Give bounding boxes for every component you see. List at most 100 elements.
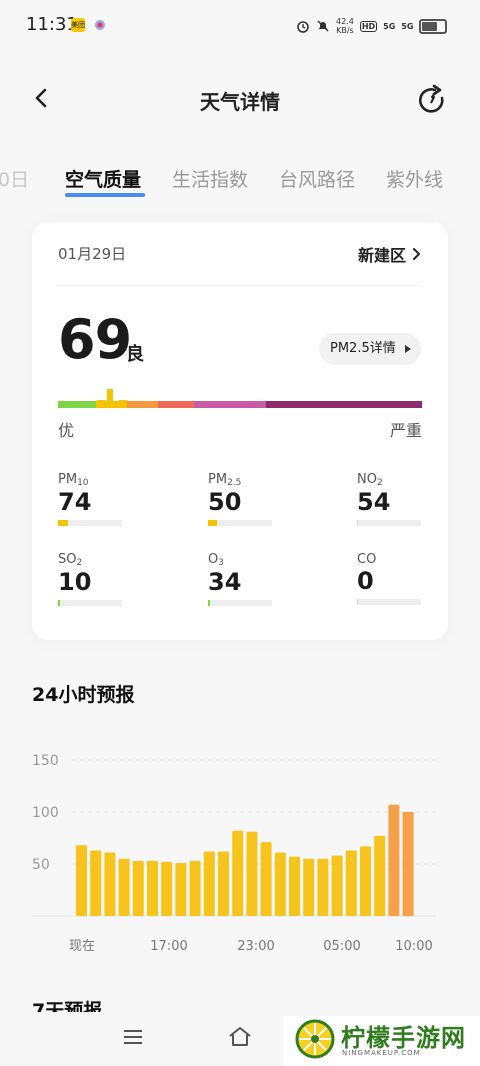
- pollutant-level-bar: [208, 600, 272, 606]
- hourly-bar[interactable]: [175, 862, 187, 916]
- pm25-detail-button[interactable]: PM2.5详情: [319, 333, 421, 365]
- net-speed-value: 42.4: [336, 17, 354, 26]
- pollutant-subscript: 10: [77, 478, 89, 488]
- hourly-bar[interactable]: [360, 846, 371, 916]
- pollutant-item: PM10 74: [58, 472, 128, 526]
- location-label: 新建区: [357, 246, 406, 265]
- pollutant-name: SO2: [58, 552, 83, 568]
- hourly-bar[interactable]: [132, 860, 144, 916]
- hourly-bar[interactable]: [147, 860, 158, 916]
- pollutant-value: 74: [58, 488, 92, 516]
- hourly-aqi-chart: 150 100 50 现在 17:00 23:00 05:00 10:00: [32, 753, 436, 954]
- hourly-bar[interactable]: [90, 850, 102, 916]
- pollutant-value: 50: [208, 488, 242, 516]
- chevron-right-icon: [413, 248, 420, 260]
- alarm-icon: [297, 21, 309, 33]
- watermark-text: 柠檬手游网: [341, 1024, 466, 1052]
- x-tick-label: 05:00: [323, 939, 360, 954]
- hourly-bar[interactable]: [289, 856, 300, 916]
- hourly-bar[interactable]: [274, 852, 286, 916]
- pollutant-level-bar: [357, 599, 421, 605]
- signal-5g-1-icon: 5G: [383, 21, 396, 31]
- tab-bar: 0日 空气质量 生活指数 台风路径 紫外线: [0, 165, 480, 205]
- pollutant-level-bar: [58, 520, 122, 526]
- signal-5g-2-icon: 5G: [401, 21, 414, 31]
- hourly-bar[interactable]: [374, 835, 386, 916]
- hourly-bar[interactable]: [331, 855, 343, 916]
- status-bar: 11:31 美团 42.4 KB/s HD 5G 5G: [0, 0, 480, 52]
- hourly-bar[interactable]: [388, 804, 400, 916]
- hourly-forecast-title: 24小时预报: [32, 684, 135, 706]
- pollutant-value: 34: [208, 568, 242, 596]
- hourly-bar[interactable]: [189, 860, 201, 916]
- pollutant-level-fill: [208, 520, 217, 526]
- status-icons: 42.4 KB/s HD 5G 5G: [296, 16, 448, 36]
- x-tick-label: 23:00: [237, 939, 274, 954]
- hourly-bar[interactable]: [232, 830, 244, 916]
- menu-icon[interactable]: [122, 1028, 144, 1046]
- pollutant-level-bar: [357, 520, 421, 526]
- pollutant-level-fill: [357, 599, 358, 605]
- pm25-detail-label: PM2.5详情: [330, 341, 396, 356]
- tab-life-index[interactable]: 生活指数: [172, 165, 248, 192]
- hourly-bar[interactable]: [118, 858, 130, 916]
- pollutant-level-fill: [208, 600, 210, 606]
- scale-label-severe: 严重: [389, 421, 422, 440]
- active-tab-indicator: [65, 193, 145, 197]
- pollutant-subscript: 2: [76, 558, 83, 568]
- hourly-bar[interactable]: [402, 812, 414, 916]
- card-date: 01月29日: [58, 245, 127, 263]
- pollutant-level-fill: [58, 520, 68, 526]
- net-speed-unit: KB/s: [336, 26, 354, 35]
- scale-segment: [266, 401, 422, 408]
- pollutant-subscript: 2.5: [227, 478, 242, 488]
- battery-icon: [419, 18, 448, 34]
- aqi-marker-tick: [118, 400, 127, 408]
- x-tick-label: 17:00: [150, 939, 187, 954]
- pollutant-item: NO2 54: [357, 472, 427, 526]
- pollutant-level-fill: [58, 600, 60, 606]
- hourly-bar[interactable]: [246, 831, 258, 916]
- hourly-bar[interactable]: [260, 842, 272, 916]
- air-quality-card: 01月29日 新建区 69 良 PM2.5详情 优 严重 PM10 74 PM2.5…: [32, 222, 448, 640]
- scale-segment: [194, 401, 266, 408]
- meituan-badge-icon: 美团: [71, 18, 85, 32]
- pollutant-value: 10: [58, 568, 92, 596]
- aqi-marker-tick: [96, 400, 105, 408]
- scale-segment: [122, 401, 158, 408]
- tab-typhoon-path[interactable]: 台风路径: [279, 165, 355, 192]
- pollutant-name: NO2: [357, 472, 383, 488]
- hourly-bar[interactable]: [76, 845, 87, 916]
- tab-air-quality[interactable]: 空气质量: [65, 165, 141, 192]
- pollutant-subscript: 2: [376, 478, 383, 488]
- pollutant-name: CO: [357, 552, 377, 567]
- scale-segment: [158, 401, 194, 408]
- pollutant-level-fill: [357, 520, 358, 526]
- x-tick-label: 现在: [69, 939, 95, 954]
- hourly-bar[interactable]: [161, 861, 173, 916]
- tab-prev[interactable]: 0日: [0, 165, 29, 192]
- home-icon[interactable]: [228, 1025, 252, 1047]
- mute-bell-icon: [317, 20, 329, 32]
- y-tick-label: 150: [32, 753, 59, 769]
- hourly-bar[interactable]: [104, 852, 116, 916]
- pollutant-value: 0: [357, 567, 374, 595]
- x-tick-label: 10:00: [395, 939, 432, 954]
- tab-uv[interactable]: 紫外线: [386, 165, 443, 192]
- hourly-bar[interactable]: [345, 850, 357, 916]
- pollutant-name: PM10: [58, 472, 89, 488]
- hourly-bar[interactable]: [203, 851, 215, 916]
- location-selector[interactable]: 新建区: [358, 242, 422, 266]
- hourly-bar[interactable]: [218, 851, 229, 916]
- hourly-bar[interactable]: [303, 858, 315, 916]
- aqi-marker: [106, 389, 113, 408]
- page-title: 天气详情: [200, 90, 280, 114]
- hourly-bar[interactable]: [317, 858, 329, 916]
- notification-app-icon: [95, 20, 105, 30]
- pollutant-item: PM2.5 50: [208, 472, 278, 526]
- play-arrow-icon: [405, 345, 411, 353]
- scale-segment: [58, 401, 96, 408]
- refresh-icon[interactable]: [416, 84, 448, 116]
- pollutant-item: CO 0: [357, 552, 427, 605]
- watermark-subtext: NINGMAKEUP.COM: [342, 1049, 421, 1057]
